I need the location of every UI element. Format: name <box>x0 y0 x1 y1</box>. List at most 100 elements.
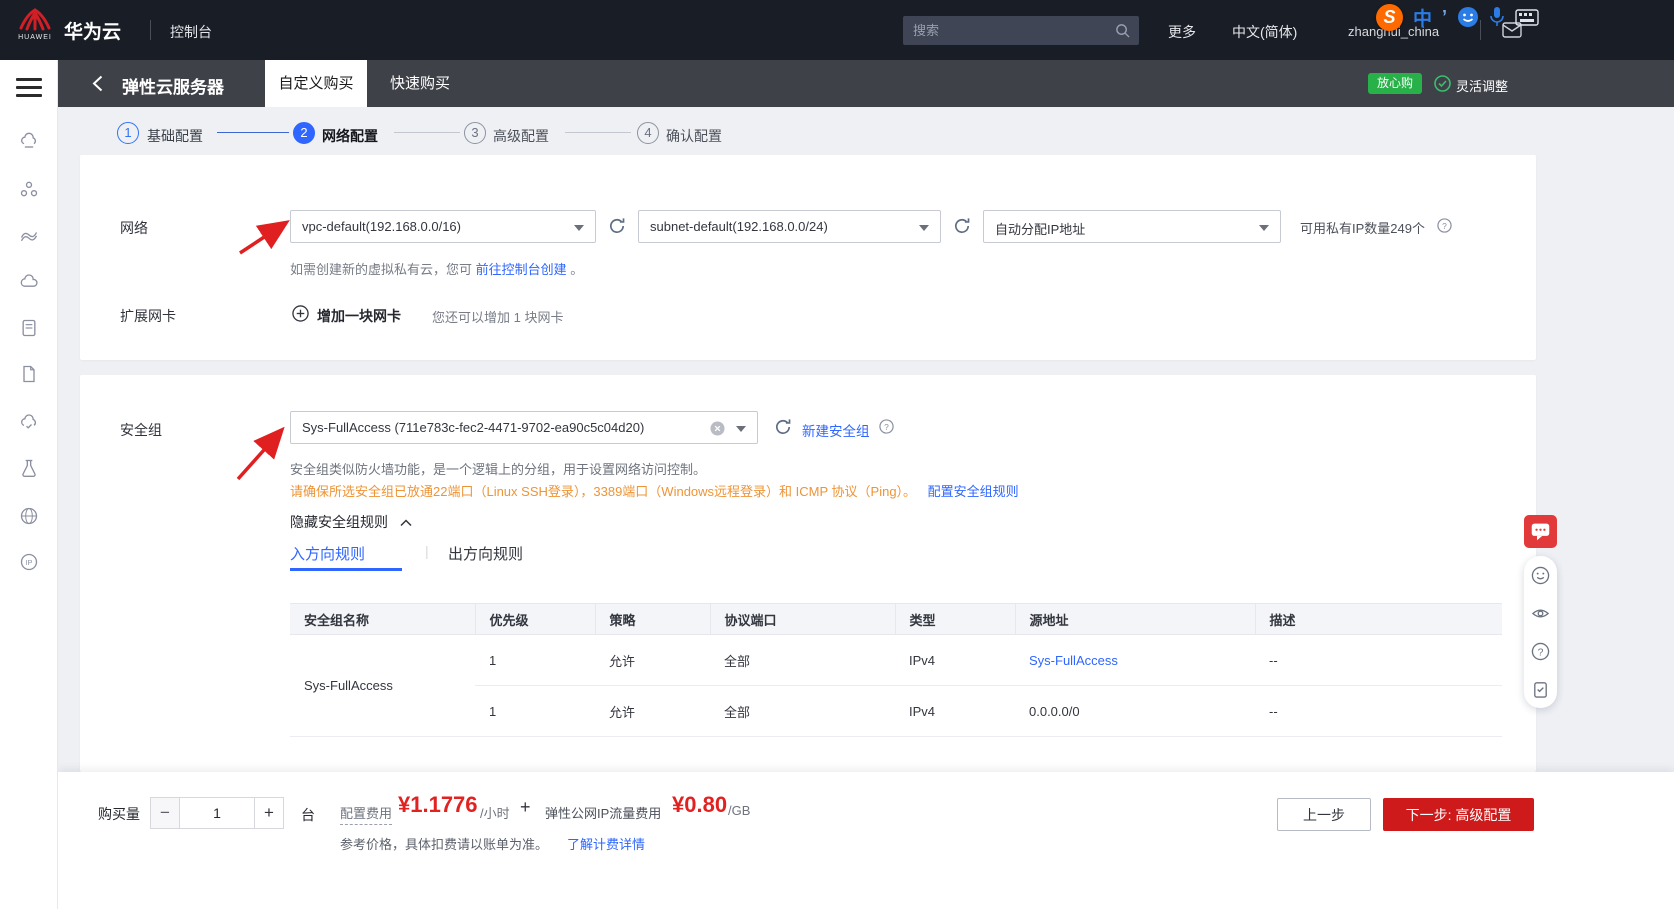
console-menu[interactable]: 控制台 <box>170 22 212 42</box>
previous-step-button[interactable]: 上一步 <box>1277 798 1371 831</box>
sidebar-cloud-service-icon[interactable] <box>19 412 39 432</box>
watch-eye-icon[interactable] <box>1531 604 1550 623</box>
price-note: 参考价格，具体扣费请以账单为准。 <box>340 837 549 852</box>
chevron-down-icon <box>1259 225 1269 231</box>
svg-text:?: ? <box>1442 221 1447 231</box>
ime-mic-icon[interactable] <box>1489 6 1505 28</box>
ime-punct-toggle[interactable]: ’ <box>1442 7 1447 28</box>
step-1-circle[interactable]: 1 <box>117 122 139 144</box>
hide-sg-rules-toggle[interactable]: 隐藏安全组规则 <box>290 512 412 532</box>
rules-tab-divider: | <box>425 543 429 559</box>
cell-description: -- <box>1255 685 1502 737</box>
security-group-select[interactable]: Sys-FullAccess (711e783c-fec2-4471-9702-… <box>290 411 758 444</box>
vpc-help-line: 如需创建新的虚拟私有云，您可 前往控制台创建 。 <box>290 259 583 278</box>
header-source: 源地址 <box>1015 603 1256 635</box>
brand-title[interactable]: 华为云 <box>64 17 121 44</box>
satisfaction-icon[interactable] <box>1531 566 1550 585</box>
header-description: 描述 <box>1255 603 1502 635</box>
step-4-circle: 4 <box>637 122 659 144</box>
security-group-label: 安全组 <box>120 422 162 438</box>
new-sg-link[interactable]: 新建安全组 <box>802 420 870 440</box>
chevron-down-icon <box>919 225 929 231</box>
ip-help-icon[interactable]: ? <box>1437 218 1452 233</box>
cell-policy: 允许 <box>595 634 710 686</box>
step-connector-2 <box>394 132 460 133</box>
quantity-input[interactable] <box>180 797 254 829</box>
chat-icon <box>1531 523 1550 541</box>
nic-remaining-hint: 您还可以增加 1 块网卡 <box>432 310 564 325</box>
ecs-purchase-page: HUAWEI 华为云 控制台 更多 中文(简体) zhanghui_china … <box>0 0 1674 909</box>
subnet-select[interactable]: subnet-default(192.168.0.0/24) <box>638 210 941 243</box>
sidebar-organization-icon[interactable] <box>19 179 39 199</box>
header-protocol-port: 协议端口 <box>710 603 896 635</box>
tab-custom-purchase[interactable]: 自定义购买 <box>265 60 367 107</box>
sidebar-globe-network-icon[interactable] <box>19 506 39 526</box>
refresh-subnet-icon[interactable] <box>953 217 971 235</box>
search-input[interactable] <box>913 16 1108 45</box>
sidebar-elastic-ip-icon[interactable]: IP <box>19 552 39 572</box>
network-label: 网络 <box>120 220 148 236</box>
ip-assign-select[interactable]: 自动分配IP地址 <box>983 210 1281 243</box>
quantity-increase-button[interactable]: + <box>254 797 284 829</box>
tab-inbound-rules[interactable]: 入方向规则 <box>290 543 365 564</box>
topbar-divider <box>150 20 151 40</box>
ime-keyboard-icon[interactable] <box>1515 8 1539 26</box>
next-step-button[interactable]: 下一步: 高级配置 <box>1383 798 1534 831</box>
sidebar-file-icon[interactable] <box>19 364 39 384</box>
sidebar-document-icon[interactable] <box>19 318 39 338</box>
page-title: 弹性云服务器 <box>122 78 224 97</box>
cell-type: IPv4 <box>895 634 1015 686</box>
billing-details-link[interactable]: 了解计费详情 <box>567 834 645 853</box>
vpc-help-suffix: 。 <box>570 262 584 277</box>
sg-help-icon[interactable]: ? <box>879 419 894 434</box>
huawei-logo[interactable]: HUAWEI <box>15 7 55 41</box>
hamburger-menu-icon[interactable] <box>16 78 42 102</box>
refresh-vpc-icon[interactable] <box>608 217 626 235</box>
step-1-label[interactable]: 基础配置 <box>147 126 203 146</box>
traffic-fee-label: 弹性公网IP流量费用 <box>545 806 662 821</box>
step-connector-1 <box>217 132 289 133</box>
quantity-decrease-button[interactable]: − <box>150 797 180 829</box>
config-fee-unit: /小时 <box>480 806 510 821</box>
vpc-help-text: 如需创建新的虚拟私有云，您可 <box>290 262 473 277</box>
cell-source-link[interactable]: Sys-FullAccess <box>1015 634 1255 686</box>
goto-console-link[interactable]: 前往控制台创建 <box>476 262 567 277</box>
tab-quick-purchase[interactable]: 快速购买 <box>375 60 465 107</box>
cell-group-name: Sys-FullAccess <box>290 634 475 737</box>
language-menu[interactable]: 中文(简体) <box>1232 22 1297 42</box>
inbound-tab-underline <box>290 568 402 571</box>
cell-port: 全部 <box>710 685 895 737</box>
more-menu[interactable]: 更多 <box>1168 22 1196 42</box>
clear-selection-icon[interactable] <box>710 421 725 436</box>
ime-lang-toggle[interactable]: 中 <box>1413 4 1432 31</box>
search-icon[interactable] <box>1115 23 1130 38</box>
step-4-label: 确认配置 <box>666 128 722 144</box>
table-header-row: 安全组名称 优先级 策略 协议端口 类型 源地址 描述 <box>290 603 1502 635</box>
ime-emoji-icon[interactable] <box>1457 6 1479 28</box>
add-nic-icon[interactable] <box>292 305 309 322</box>
cell-priority: 1 <box>475 634 595 686</box>
back-icon[interactable] <box>92 75 103 92</box>
sidebar-lab-icon[interactable] <box>19 458 39 478</box>
feedback-chat-button[interactable] <box>1524 515 1557 548</box>
sidebar-ai-waves-icon[interactable] <box>19 225 39 245</box>
tab-outbound-rules[interactable]: 出方向规则 <box>448 543 523 564</box>
assured-purchase-badge: 放心购 <box>1368 73 1423 94</box>
sidebar-cloud-icon[interactable] <box>19 272 39 292</box>
ime-logo-icon[interactable]: S <box>1376 3 1403 31</box>
traffic-fee-value: ¥0.80 <box>672 792 728 817</box>
ime-toolbar: S 中 ’ <box>1376 2 1539 32</box>
add-nic-button[interactable]: 增加一块网卡 <box>317 306 401 326</box>
help-question-icon[interactable]: ? <box>1531 642 1550 661</box>
refresh-sg-icon[interactable] <box>774 418 792 436</box>
nav-bar: 弹性云服务器 自定义购买 快速购买 放心购 灵活调整 <box>58 60 1674 107</box>
traffic-fee-unit: /GB <box>728 803 751 818</box>
network-card: 网络 vpc-default(192.168.0.0/16) subnet-de… <box>80 155 1536 360</box>
sidebar-cloud-server-icon[interactable] <box>19 132 39 152</box>
survey-clipboard-icon[interactable] <box>1531 680 1550 699</box>
purchase-footer: 购买量 − + 台 配置费用 ¥1.1776 /小时 + 弹性公网IP流量费用 … <box>58 772 1674 909</box>
cell-source: 0.0.0.0/0 <box>1015 685 1255 737</box>
step-connector-3 <box>565 132 631 133</box>
configure-sg-rules-link[interactable]: 配置安全组规则 <box>928 484 1019 499</box>
vpc-select[interactable]: vpc-default(192.168.0.0/16) <box>290 210 596 243</box>
